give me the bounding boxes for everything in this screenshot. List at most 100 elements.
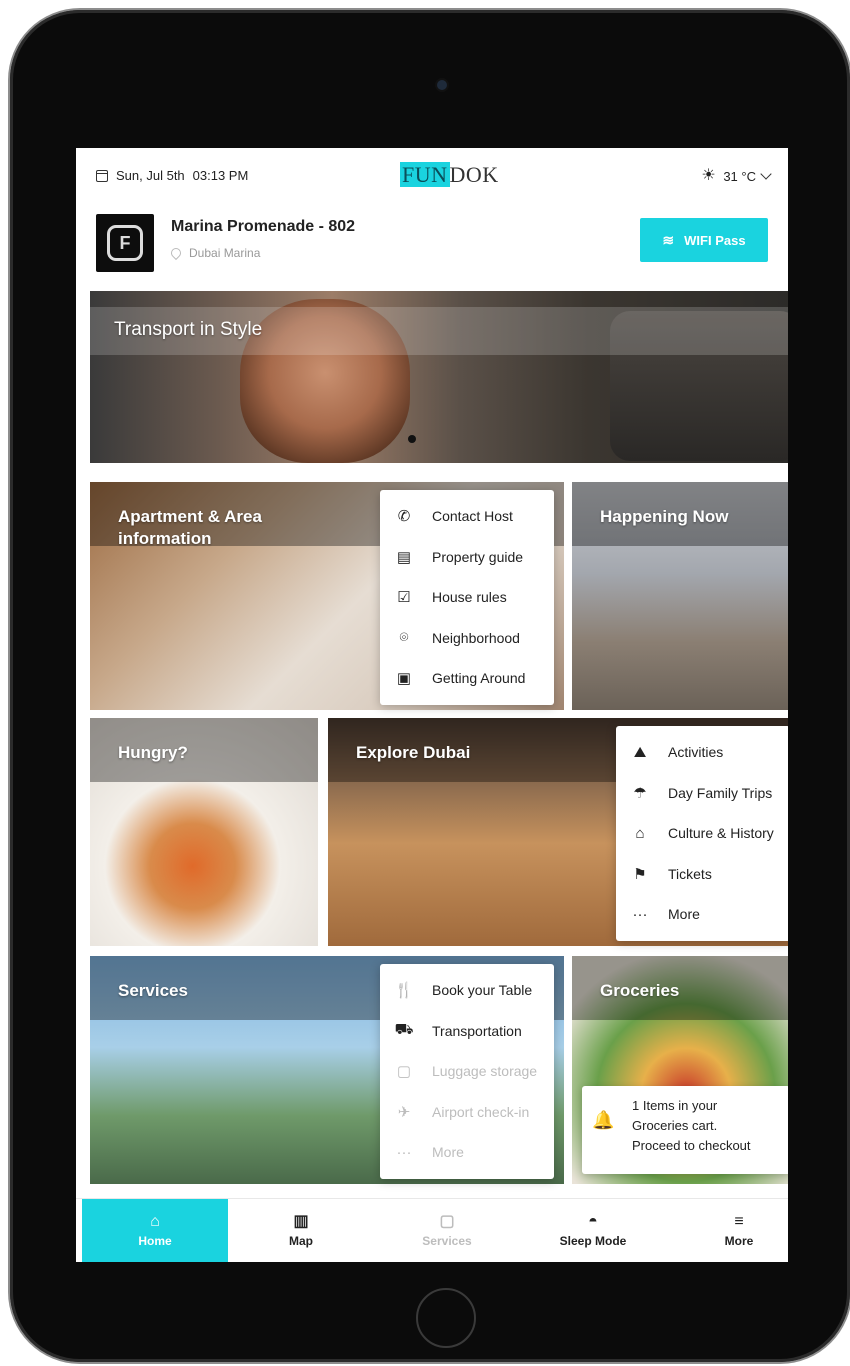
menu-item-label: Airport check-in [432, 1103, 530, 1120]
date-label: Sun, Jul 5th [116, 168, 185, 183]
tile-title: Services [118, 981, 188, 1000]
property-name: Marina Promenade - 802 [171, 218, 356, 235]
wifi-pass-label: WIFI Pass [684, 232, 746, 248]
bottom-nav: ⌂ Home ▥ Map ▢ Services ◓ Sleep Mode ≡ M… [76, 1198, 788, 1262]
tile-happening-now[interactable]: Happening Now [572, 482, 788, 710]
nav-label: Home [138, 1234, 172, 1248]
menu-item-label: Culture & History [668, 825, 774, 842]
menu-item-label: Contact Host [432, 508, 513, 525]
logo-rest: DOK [449, 162, 499, 187]
cart-notice-text: 1 Items in your Groceries cart. Proceed … [632, 1096, 751, 1156]
menu-item-label: Book your Table [432, 982, 533, 999]
ellipsis-icon: ··· [396, 1143, 412, 1161]
top-bar: Sun, Jul 5th 03:13 PM FUNDOK 31 °C [76, 148, 788, 208]
logo-highlight: FUN [400, 162, 450, 187]
camera-icon [437, 80, 447, 90]
temperature-label: 31 °C [723, 168, 756, 184]
cart-line: 1 Items in your [632, 1098, 718, 1113]
shopping-bag-icon: ▢ [439, 1213, 455, 1230]
tile-transport[interactable]: Transport in Style [90, 291, 788, 463]
menu-item-property-guide[interactable]: ▤ Property guide [380, 537, 554, 578]
menu-item-airport-checkin[interactable]: ✈ Airport check-in [380, 1092, 554, 1133]
tile-title: Explore Dubai [356, 743, 471, 762]
menu-item-getting-around[interactable]: ▣ Getting Around [380, 658, 554, 699]
museum-icon: ⌂ [635, 824, 645, 842]
bus-icon: ▣ [396, 670, 412, 688]
menu-item-book-table[interactable]: 🍴 Book your Table [380, 970, 554, 1011]
apartment-menu: ✆ Contact Host ▤ Property guide ☑ House rul… [380, 490, 554, 705]
nav-services[interactable]: ▢ Services [374, 1199, 520, 1262]
menu-item-transportation[interactable]: ⛟ Transportation [380, 1011, 554, 1052]
menu-item-day-family-trips[interactable]: ☂ Day Family Trips [616, 773, 788, 814]
services-menu: 🍴 Book your Table ⛟ Transportation ▢ Luggag… [380, 964, 554, 1179]
menu-item-label: Neighborhood [432, 629, 520, 646]
wifi-icon: ≋ [662, 231, 675, 248]
tile-title: Hungry? [118, 743, 188, 762]
nav-label: Sleep Mode [559, 1234, 627, 1248]
tile-hungry[interactable]: Hungry? [90, 718, 318, 946]
cart-line: Groceries cart. [632, 1118, 718, 1133]
cart-line: Proceed to checkout [632, 1138, 751, 1153]
tile-title: Groceries [600, 981, 680, 1000]
menu-item-more[interactable]: ··· More [380, 1132, 554, 1173]
app-logo: FUNDOK [400, 162, 499, 188]
explore-menu: ⛰ Activities ☂ Day Family Trips ⌂ Culture &… [616, 726, 788, 941]
property-logo: F [96, 214, 154, 272]
home-icon: ⌂ [150, 1213, 160, 1230]
sun-icon [701, 165, 717, 185]
luggage-icon: ▢ [396, 1063, 412, 1081]
nav-label: Map [289, 1234, 313, 1248]
home-button[interactable] [416, 1288, 476, 1348]
location-pin-icon [168, 245, 184, 261]
menu-item-label: Luggage storage [432, 1063, 538, 1080]
app-screen: Sun, Jul 5th 03:13 PM FUNDOK 31 °C F Mar… [76, 148, 788, 1262]
menu-item-luggage-storage[interactable]: ▢ Luggage storage [380, 1051, 554, 1092]
menu-item-label: Day Family Trips [668, 784, 773, 801]
menu-item-label: Transportation [432, 1022, 522, 1039]
menu-item-activities[interactable]: ⛰ Activities [616, 732, 788, 773]
wifi-pass-button[interactable]: ≋ WIFI Pass [640, 218, 768, 262]
map-icon: ▥ [293, 1213, 309, 1230]
tile-title: Transport in Style [114, 319, 263, 340]
menu-item-more[interactable]: ··· More [616, 894, 788, 935]
menu-item-label: More [432, 1144, 464, 1161]
property-logo-mark: F [107, 225, 143, 261]
nav-sleep-mode[interactable]: ◓ Sleep Mode [520, 1199, 666, 1262]
property-location: Dubai Marina [168, 245, 261, 261]
nav-more[interactable]: ≡ More [666, 1199, 788, 1262]
chevron-down-icon [760, 168, 772, 180]
restaurant-icon: 🍴 [394, 982, 414, 1000]
menu-item-label: House rules [432, 589, 507, 606]
menu-item-neighborhood[interactable]: ⌾ Neighborhood [380, 618, 554, 659]
nav-label: More [724, 1234, 754, 1248]
menu-item-house-rules[interactable]: ☑ House rules [380, 577, 554, 618]
date-time: Sun, Jul 5th 03:13 PM [96, 168, 248, 183]
tile-title: Apartment & Area information [118, 507, 262, 548]
menu-item-tickets[interactable]: ⚑ Tickets [616, 854, 788, 895]
ellipsis-icon: ··· [632, 905, 648, 923]
menu-item-label: Activities [668, 744, 724, 761]
book-icon: ▤ [396, 548, 412, 566]
menu-item-label: Getting Around [432, 670, 526, 687]
menu-item-label: Tickets [668, 865, 712, 882]
groceries-cart-notice[interactable]: 🔔 1 Items in your Groceries cart. Procee… [582, 1086, 788, 1174]
eye-mask-icon: ◓ [588, 1213, 598, 1230]
menu-item-contact-host[interactable]: ✆ Contact Host [380, 496, 554, 537]
carousel-indicator[interactable] [408, 435, 416, 443]
menu-icon: ≡ [734, 1213, 744, 1230]
property-location-label: Dubai Marina [189, 246, 261, 260]
calendar-icon [96, 169, 108, 182]
flag-icon: ⚑ [633, 865, 647, 883]
bell-icon: 🔔 [592, 1110, 615, 1130]
weather-widget[interactable]: 31 °C [701, 165, 772, 185]
menu-item-culture-history[interactable]: ⌂ Culture & History [616, 813, 788, 854]
checkbox-icon: ☑ [397, 589, 411, 607]
phone-icon: ✆ [397, 508, 411, 526]
nav-map[interactable]: ▥ Map [228, 1199, 374, 1262]
time-label: 03:13 PM [192, 168, 249, 183]
menu-item-label: Property guide [432, 548, 524, 565]
nav-home[interactable]: ⌂ Home [82, 1199, 228, 1262]
beach-umbrella-icon: ☂ [633, 784, 647, 802]
nav-label: Services [422, 1234, 472, 1248]
location-pin-icon: ⌾ [399, 629, 409, 647]
